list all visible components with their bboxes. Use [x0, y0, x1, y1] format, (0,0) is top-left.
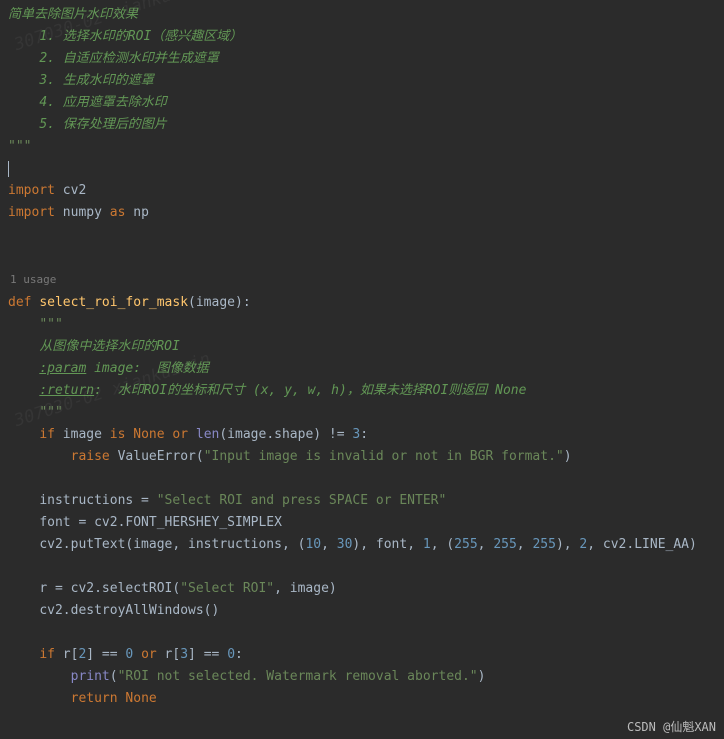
paren-open: (	[188, 295, 196, 310]
r-close-eq2: ] ==	[188, 647, 227, 662]
or-keyword-2: or	[141, 647, 157, 662]
code-editor[interactable]: 简单去除图片水印效果 1. 选择水印的ROI（感兴趣区域） 2. 自适应检测水印…	[0, 0, 724, 710]
docstring-step-4: 4. 应用遮罩去除水印	[39, 95, 166, 110]
selectroi-post: , image)	[274, 581, 337, 596]
valueerror-class: ValueError	[118, 449, 196, 464]
close-paren2: )	[478, 669, 486, 684]
or-keyword: or	[172, 427, 188, 442]
puttext-tail: cv2.LINE_AA)	[603, 537, 697, 552]
def-keyword: def	[8, 295, 31, 310]
comma: ,	[321, 537, 337, 552]
inner-docstring-close: """	[39, 405, 62, 420]
comma: ,	[587, 537, 603, 552]
csdn-attribution: CSDN @仙魁XAN	[627, 718, 716, 735]
number-1: 1	[423, 537, 431, 552]
number-10: 10	[305, 537, 321, 552]
inner-docstring-open: """	[39, 317, 62, 332]
param-tag: :param	[39, 361, 86, 376]
import-module-numpy: numpy	[55, 205, 110, 220]
import-alias-np: np	[125, 205, 148, 220]
docstring-step-3: 3. 生成水印的遮罩	[39, 73, 153, 88]
import-module-cv2: cv2	[55, 183, 86, 198]
font-arg: font	[376, 537, 407, 552]
r-index2: r[	[157, 647, 180, 662]
r-index: r[	[55, 647, 78, 662]
docstring-title: 简单去除图片水印效果	[8, 7, 138, 22]
none-keyword: None	[133, 427, 164, 442]
return-desc: : 水印ROI的坐标和尺寸 (x, y, w, h)，如果未选择ROI则返回 N…	[94, 383, 526, 398]
return-keyword: return	[71, 691, 118, 706]
usage-hint[interactable]: 1 usage	[8, 268, 724, 292]
comma: ,	[172, 537, 188, 552]
number-255b: 255	[493, 537, 516, 552]
colon: :	[360, 427, 368, 442]
if-keyword: if	[39, 427, 55, 442]
docstring-desc: 从图像中选择水印的ROI	[39, 339, 179, 354]
open-tuple: (	[446, 537, 454, 552]
instructions-assign: instructions =	[39, 493, 156, 508]
number-0a: 0	[125, 647, 133, 662]
is-keyword: is	[110, 427, 126, 442]
docstring-step-2: 2. 自适应检测水印并生成遮罩	[39, 51, 218, 66]
docstring-step-5: 5. 保存处理后的图片	[39, 117, 166, 132]
len-builtin: len	[196, 427, 219, 442]
selectroi-pre: r = cv2.selectROI(	[39, 581, 180, 596]
number-3b: 3	[180, 647, 188, 662]
number-30: 30	[337, 537, 353, 552]
close-paren: )	[564, 449, 572, 464]
font-line: font = cv2.FONT_HERSHEY_SIMPLEX	[39, 515, 282, 530]
paren-close-colon: ):	[235, 295, 251, 310]
code-text: (image.shape) !=	[219, 427, 352, 442]
code-text: image	[55, 427, 110, 442]
comma: ,	[282, 537, 298, 552]
if-keyword-2: if	[39, 647, 55, 662]
colon2: :	[235, 647, 243, 662]
puttext-pre: cv2.putText(image	[39, 537, 172, 552]
destroy-line: cv2.destroyAllWindows()	[39, 603, 219, 618]
print-builtin: print	[71, 669, 110, 684]
r-close-eq: ] ==	[86, 647, 125, 662]
docstring-close: """	[8, 139, 31, 154]
number-255c: 255	[532, 537, 555, 552]
docstring-step-1: 1. 选择水印的ROI（感兴趣区域）	[39, 29, 242, 44]
number-0b: 0	[227, 647, 235, 662]
text-cursor	[8, 161, 9, 177]
error-string: "Input image is invalid or not in BGR fo…	[204, 449, 564, 464]
selectroi-string: "Select ROI"	[180, 581, 274, 596]
as-keyword: as	[110, 205, 126, 220]
import-keyword-1: import	[8, 183, 55, 198]
import-keyword-2: import	[8, 205, 55, 220]
close-tuple: ),	[556, 537, 579, 552]
puttext-instr: instructions	[188, 537, 282, 552]
comma: ,	[431, 537, 447, 552]
comma: ,	[517, 537, 533, 552]
param-desc: image: 图像数据	[86, 361, 208, 376]
function-name: select_roi_for_mask	[39, 295, 188, 310]
close-tuple: ),	[352, 537, 375, 552]
none-literal: None	[125, 691, 156, 706]
return-tag: :return	[39, 383, 94, 398]
param-image: image	[196, 295, 235, 310]
instructions-string: "Select ROI and press SPACE or ENTER"	[157, 493, 447, 508]
comma: ,	[478, 537, 494, 552]
print-string: "ROI not selected. Watermark removal abo…	[118, 669, 478, 684]
comma: ,	[407, 537, 423, 552]
raise-keyword: raise	[71, 449, 110, 464]
number-255a: 255	[454, 537, 477, 552]
